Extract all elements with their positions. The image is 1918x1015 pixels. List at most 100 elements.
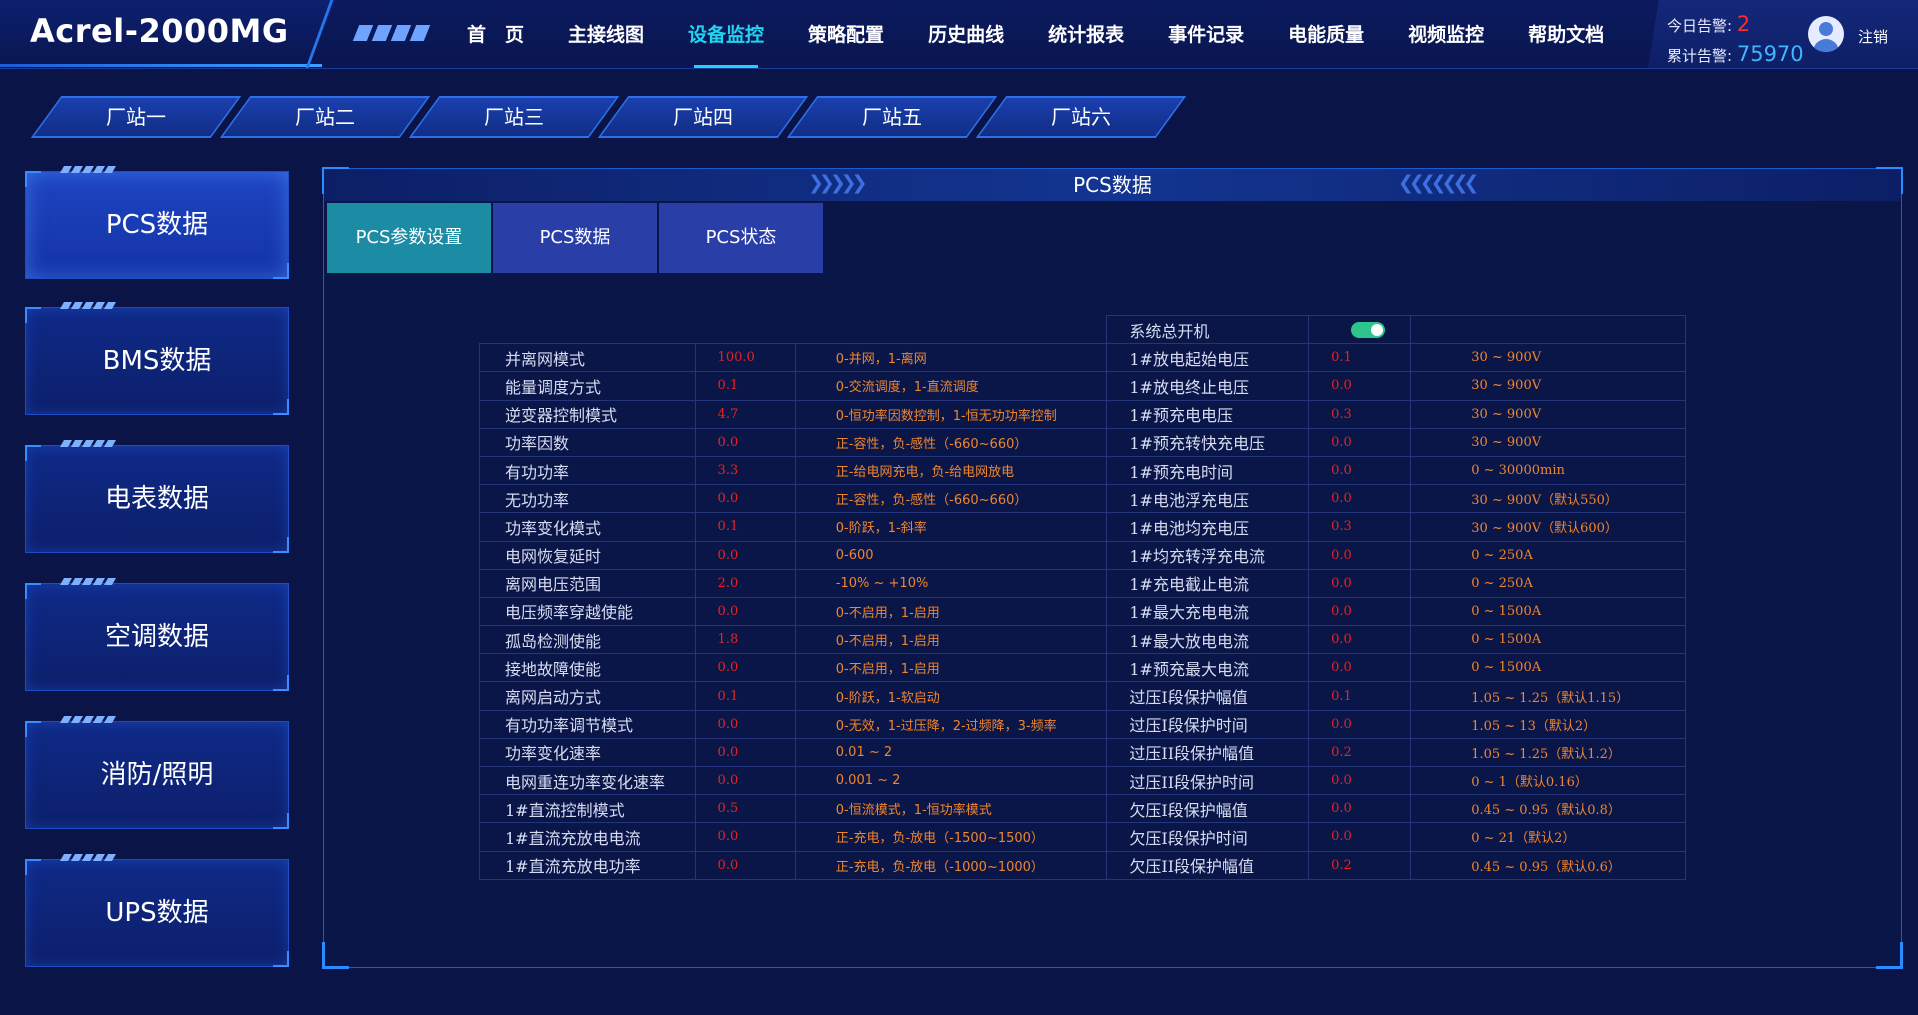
panel-corner [322, 942, 349, 969]
side-menu-button[interactable]: 空调数据 [25, 578, 289, 691]
nav-item[interactable]: 视频监控 [1386, 0, 1506, 68]
nav-item[interactable]: 历史曲线 [906, 0, 1026, 68]
param-value-2[interactable]: 0.2 [1308, 737, 1412, 768]
param-name: 能量调度方式 [479, 371, 696, 401]
param-value-2[interactable]: 0.0 [1308, 822, 1412, 852]
param-name-2: 1#最大充电电流 [1106, 596, 1310, 627]
param-name: 功率变化模式 [479, 512, 696, 542]
param-value[interactable]: 0.0 [694, 737, 796, 768]
nav-item[interactable]: 首 页 [445, 0, 546, 68]
param-value[interactable]: 1.8 [694, 625, 796, 655]
param-value[interactable]: 100.0 [694, 343, 796, 373]
chevrons-left-icon: ❮❮❮❮❮❮❮ [1398, 172, 1479, 194]
param-value-2[interactable]: 0.0 [1308, 427, 1412, 457]
param-value[interactable]: 0.0 [694, 427, 796, 457]
param-desc: 0-600 [794, 540, 1108, 570]
side-menu-button[interactable]: 消防/照明 [25, 716, 289, 829]
param-value-2[interactable]: 0.0 [1308, 568, 1412, 598]
side-menu-button[interactable]: 电表数据 [25, 440, 289, 553]
nav-item[interactable]: 帮助文档 [1506, 0, 1626, 68]
total-alarm-count[interactable]: 75970 [1737, 42, 1804, 66]
param-value-2[interactable]: 0.0 [1308, 596, 1412, 627]
param-desc: 0-交流调度，1-直流调度 [794, 371, 1108, 401]
param-name-2: 1#预充电时间 [1106, 455, 1310, 486]
today-alarm-count[interactable]: 2 [1737, 12, 1750, 36]
station-tab[interactable]: 厂站六 [991, 96, 1171, 138]
param-range-2: 30 ~ 900V [1410, 399, 1686, 429]
param-value[interactable]: 0.0 [694, 596, 796, 627]
param-name-2: 1#电池均充电压 [1106, 512, 1310, 542]
station-tab[interactable]: 厂站二 [235, 96, 415, 138]
nav-item[interactable]: 策略配置 [786, 0, 906, 68]
side-menu-button[interactable]: UPS数据 [25, 854, 289, 967]
param-value[interactable]: 0.1 [694, 371, 796, 401]
param-range-2: 30 ~ 900V（默认550） [1410, 484, 1686, 514]
param-value-2[interactable]: 0.2 [1308, 850, 1412, 880]
side-menu-button[interactable]: BMS数据 [25, 302, 289, 415]
nav-item[interactable]: 主接线图 [546, 0, 666, 68]
station-tab[interactable]: 厂站五 [802, 96, 982, 138]
param-name: 1#直流充放电功率 [479, 850, 696, 880]
side-menu-button[interactable]: PCS数据 [25, 166, 289, 279]
param-value-2[interactable]: 0.0 [1308, 765, 1412, 796]
param-value[interactable]: 3.3 [694, 455, 796, 486]
param-desc: 0-不启用，1-启用 [794, 653, 1108, 683]
nav-item[interactable]: 事件记录 [1146, 0, 1266, 68]
param-value[interactable]: 0.0 [694, 850, 796, 880]
param-value[interactable]: 0.5 [694, 794, 796, 824]
param-desc: 0-恒流模式，1-恒功率模式 [794, 794, 1108, 824]
param-value[interactable]: 2.0 [694, 568, 796, 598]
param-name-2: 1#放电起始电压 [1106, 343, 1310, 373]
param-name-2: 过压I段保护幅值 [1106, 681, 1310, 711]
system-switch-toggle[interactable] [1351, 321, 1386, 338]
table-row: 逆变器控制模式 4.7 0-恒功率因数控制，1-恒无功功率控制 1#预充电电压 0.3 3… [479, 399, 1686, 429]
param-name-2: 欠压I段保护时间 [1106, 822, 1310, 852]
param-value-2[interactable]: 0.1 [1308, 681, 1412, 711]
param-value[interactable]: 0.0 [694, 765, 796, 796]
table-row: 1#直流充放电功率 0.0 正-充电，负-放电（-1000~1000） 欠压II段保护… [479, 850, 1686, 880]
panel-tab[interactable]: PCS数据 [493, 203, 657, 273]
station-tab[interactable]: 厂站三 [424, 96, 604, 138]
station-tab[interactable]: 厂站一 [46, 96, 226, 138]
param-value-2[interactable]: 0.0 [1308, 653, 1412, 683]
param-desc: 0-并网，1-离网 [794, 343, 1108, 373]
nav-item[interactable]: 统计报表 [1026, 0, 1146, 68]
param-name: 无功功率 [479, 484, 696, 514]
param-value-2[interactable]: 0.0 [1308, 540, 1412, 570]
table-row: 有功功率 3.3 正-给电网充电，负-给电网放电 1#预充电时间 0.0 0 ~ 3000… [479, 455, 1686, 486]
param-value-2[interactable]: 0.0 [1308, 371, 1412, 401]
param-value[interactable]: 0.1 [694, 512, 796, 542]
user-avatar-icon[interactable] [1808, 16, 1844, 52]
param-value[interactable]: 0.0 [694, 653, 796, 683]
nav-item[interactable]: 设备监控 [666, 0, 786, 68]
param-desc: 0-阶跃，1-软启动 [794, 681, 1108, 711]
param-name: 有功功率 [479, 455, 696, 486]
param-value[interactable]: 0.0 [694, 822, 796, 852]
logout-button[interactable]: 注销 [1858, 26, 1888, 47]
param-desc: 0-阶跃，1-斜率 [794, 512, 1108, 542]
param-value-2[interactable]: 0.0 [1308, 484, 1412, 514]
param-name: 孤岛检测使能 [479, 625, 696, 655]
param-desc: 0-无效，1-过压降，2-过频降，3-频率 [794, 709, 1108, 739]
param-name-2: 1#预充电电压 [1106, 399, 1310, 429]
table-row: 接地故障使能 0.0 0-不启用，1-启用 1#预充最大电流 0.0 0 ~ 1500A [479, 653, 1686, 683]
nav-item[interactable]: 电能质量 [1266, 0, 1386, 68]
station-tab[interactable]: 厂站四 [613, 96, 793, 138]
param-value-2[interactable]: 0.0 [1308, 794, 1412, 824]
system-switch-label: 系统总开机 [1106, 314, 1310, 345]
param-value[interactable]: 0.0 [694, 709, 796, 739]
param-value-2[interactable]: 0.0 [1308, 709, 1412, 739]
pcs-param-table: 系统总开机 并离网模式 100.0 0-并网，1-离网 1#放电起始电压 0.1 30 ~… [479, 314, 1686, 880]
param-value[interactable]: 0.1 [694, 681, 796, 711]
param-value[interactable]: 4.7 [694, 399, 796, 429]
param-value-2[interactable]: 0.0 [1308, 625, 1412, 655]
param-value-2[interactable]: 0.3 [1308, 399, 1412, 429]
panel-tab[interactable]: PCS参数设置 [327, 203, 491, 273]
param-value-2[interactable]: 0.0 [1308, 455, 1412, 486]
param-value-2[interactable]: 0.1 [1308, 343, 1412, 373]
panel-tab[interactable]: PCS状态 [659, 203, 823, 273]
param-value-2[interactable]: 0.3 [1308, 512, 1412, 542]
table-row: 电压频率穿越使能 0.0 0-不启用，1-启用 1#最大充电电流 0.0 0 ~ 1500… [479, 596, 1686, 627]
param-value[interactable]: 0.0 [694, 484, 796, 514]
param-value[interactable]: 0.0 [694, 540, 796, 570]
